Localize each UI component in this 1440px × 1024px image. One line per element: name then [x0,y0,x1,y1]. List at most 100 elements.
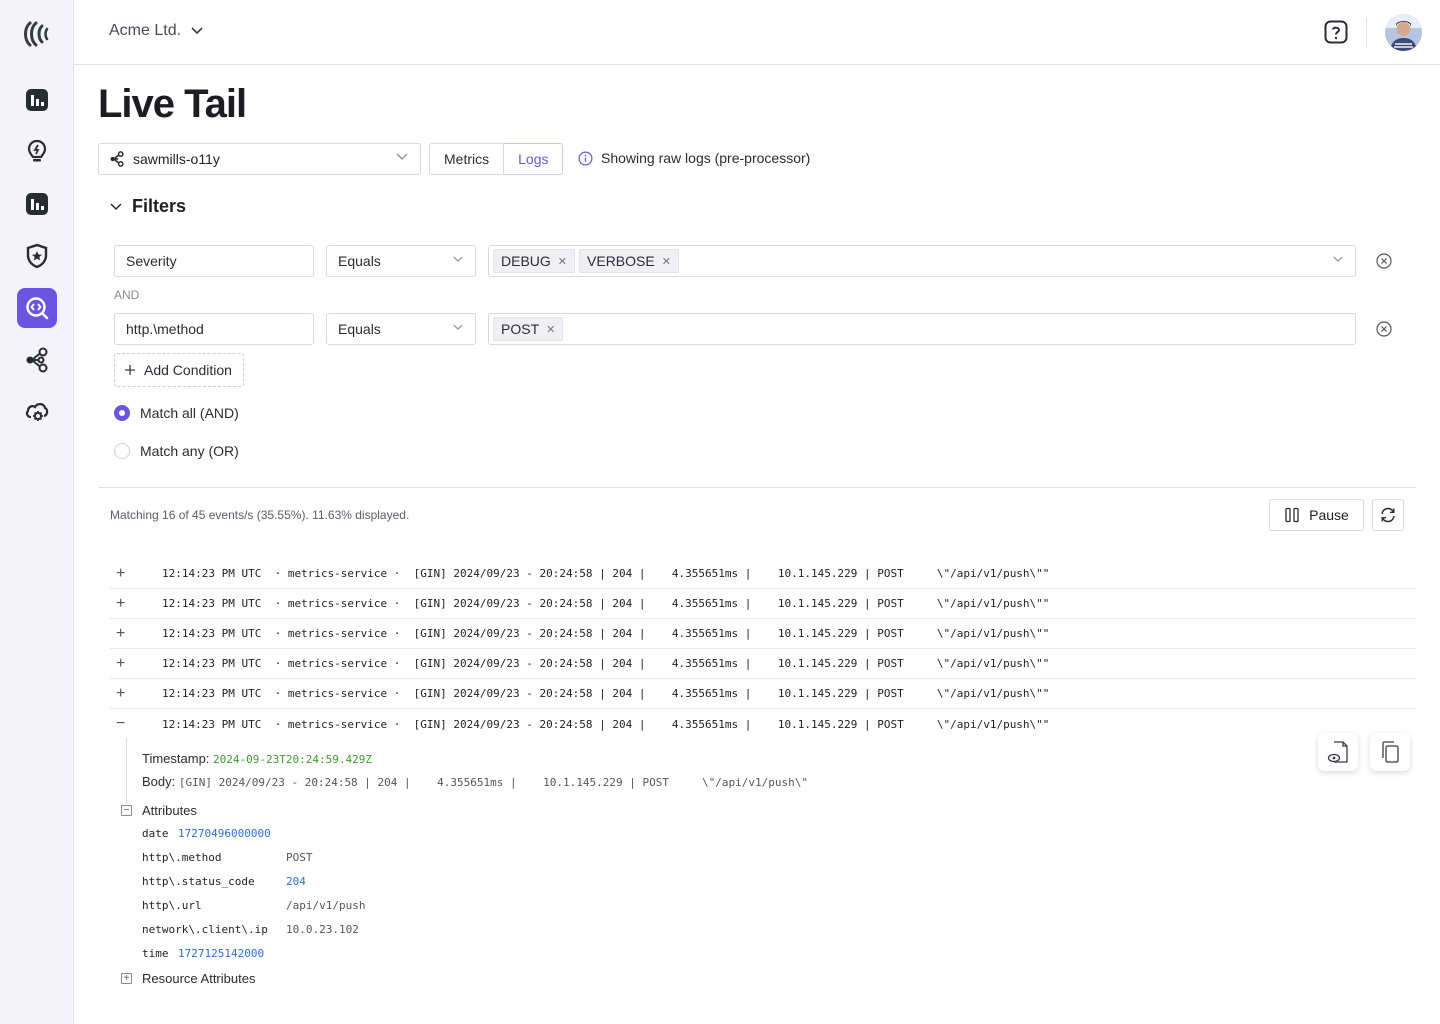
sidebar-item-dashboard[interactable] [17,80,57,120]
tab-logs[interactable]: Logs [504,143,564,175]
filter-values-select[interactable]: POST ✕ [488,313,1356,345]
tab-metrics[interactable]: Metrics [429,143,505,175]
lightbulb-icon [27,139,47,162]
filter-field-input[interactable]: http.\method [114,313,314,345]
attr-key: http\.url [142,899,202,912]
radio-indicator [114,443,130,459]
signal-type-toggle: Metrics Logs [429,143,564,175]
log-row[interactable]: +12:14:23 PM UTC · metrics-service · [GI… [110,559,1416,589]
shield-star-icon [26,243,48,269]
remove-tag-icon[interactable]: ✕ [546,323,555,336]
attr-key: http\.status_code [142,875,255,888]
log-line: 12:14:23 PM UTC · metrics-service · [GIN… [162,657,1050,670]
analytics-chart-icon [26,193,48,215]
chevron-down-icon [453,256,463,262]
log-row[interactable]: +12:14:23 PM UTC · metrics-service · [GI… [110,589,1416,619]
page-title: Live Tail [98,82,247,126]
chevron-down-icon [110,202,122,210]
filters-heading: Filters [132,196,187,216]
pause-icon [1285,507,1299,523]
filter-field-input[interactable]: Severity [114,245,314,277]
expand-resource-attributes-icon[interactable]: + [121,973,132,984]
match-all-radio[interactable]: Match all (AND) [114,405,239,421]
sidebar-item-live-tail[interactable] [17,288,57,328]
live-tail-search-icon [26,297,49,320]
body-label: Body: [142,774,176,789]
expand-plus-icon[interactable]: + [110,655,162,673]
remove-condition-icon[interactable] [1376,253,1392,269]
expand-plus-icon[interactable]: + [110,625,162,643]
pause-button[interactable]: Pause [1269,499,1364,531]
log-line: 12:14:23 PM UTC · metrics-service · [GIN… [162,687,1050,700]
help-icon[interactable] [1324,20,1348,44]
timestamp-label: Timestamp: [142,751,210,766]
match-any-label: Match any (OR) [140,443,239,459]
sidebar-item-analytics[interactable] [17,184,57,224]
refresh-button[interactable] [1372,499,1404,531]
attr-key: date [142,827,169,840]
log-line: 12:14:23 PM UTC · metrics-service · [GIN… [162,627,1050,640]
filter-operator-value: Equals [338,321,381,337]
collapse-minus-icon[interactable]: − [110,715,162,733]
sidebar-item-pipelines[interactable] [17,340,57,380]
raw-logs-info: Showing raw logs (pre-processor) [578,150,810,166]
value-tag-label: VERBOSE [587,253,655,269]
sidebar-item-insights[interactable] [17,132,57,172]
avatar[interactable] [1385,14,1422,51]
radio-indicator [114,405,130,421]
log-row[interactable]: +12:14:23 PM UTC · metrics-service · [GI… [110,649,1416,679]
tree-line [126,738,127,804]
add-condition-label: Add Condition [144,362,232,378]
org-switcher[interactable]: Acme Ltd. [109,22,203,40]
topbar-divider [1366,18,1367,48]
filter-values-select[interactable]: DEBUG ✕ VERBOSE ✕ [488,245,1356,277]
collapse-attributes-icon[interactable]: − [121,805,132,816]
log-row[interactable]: +12:14:23 PM UTC · metrics-service · [GI… [110,619,1416,649]
filter-field-value: Severity [126,253,177,269]
info-icon [578,151,593,165]
expand-plus-icon[interactable]: + [110,595,162,613]
log-line: 12:14:23 PM UTC · metrics-service · [GIN… [162,717,1050,731]
filters-toggle[interactable]: Filters [110,196,186,217]
match-any-radio[interactable]: Match any (OR) [114,443,239,459]
remove-tag-icon[interactable]: ✕ [558,255,567,268]
attr-key: http\.method [142,851,222,864]
expand-plus-icon[interactable]: + [110,685,162,703]
add-condition-button[interactable]: Add Condition [114,353,244,387]
topbar: Acme Ltd. [74,0,1440,65]
log-row-expanded[interactable]: −12:14:23 PM UTC · metrics-service · [GI… [110,709,1416,739]
sidebar-item-security[interactable] [17,236,57,276]
filter-field-value: http.\method [126,321,204,337]
value-tag-label: POST [501,321,540,337]
filter-operator-select[interactable]: Equals [326,245,476,277]
expand-plus-icon[interactable]: + [110,565,162,583]
chevron-down-icon [453,324,463,330]
value-tag: DEBUG ✕ [493,249,576,273]
remove-condition-icon[interactable] [1376,321,1392,337]
log-row[interactable]: +12:14:23 PM UTC · metrics-service · [GI… [110,679,1416,709]
sawmills-logo-icon [24,21,49,47]
attr-value: 17270496000000 [178,827,271,840]
user-avatar-icon [1385,14,1422,51]
section-divider [98,487,1416,488]
refresh-icon [1381,507,1395,523]
pipeline-select[interactable]: sawmills-o11y [98,143,421,175]
match-all-label: Match all (AND) [140,405,239,421]
value-tag: POST ✕ [493,317,564,341]
filter-operator-select[interactable]: Equals [326,313,476,345]
attributes-label: Attributes [142,803,197,818]
plus-icon [125,365,135,375]
sidebar-item-cloud-settings[interactable] [17,392,57,432]
remove-tag-icon[interactable]: ✕ [662,255,671,268]
resource-attributes-label: Resource Attributes [142,971,256,986]
pause-label: Pause [1309,507,1349,523]
filter-operator-value: Equals [338,253,381,269]
pipeline-nodes-icon [110,151,124,167]
pipeline-name: sawmills-o11y [133,151,220,167]
body-row: Body: [GIN] 2024/09/23 - 20:24:58 | 204 … [142,774,808,789]
pipeline-nodes-icon [26,347,48,373]
info-text: Showing raw logs (pre-processor) [601,150,811,166]
log-line: 12:14:23 PM UTC · metrics-service · [GIN… [162,597,1050,610]
and-label: AND [114,288,140,302]
attr-value: /api/v1/push [286,899,366,912]
